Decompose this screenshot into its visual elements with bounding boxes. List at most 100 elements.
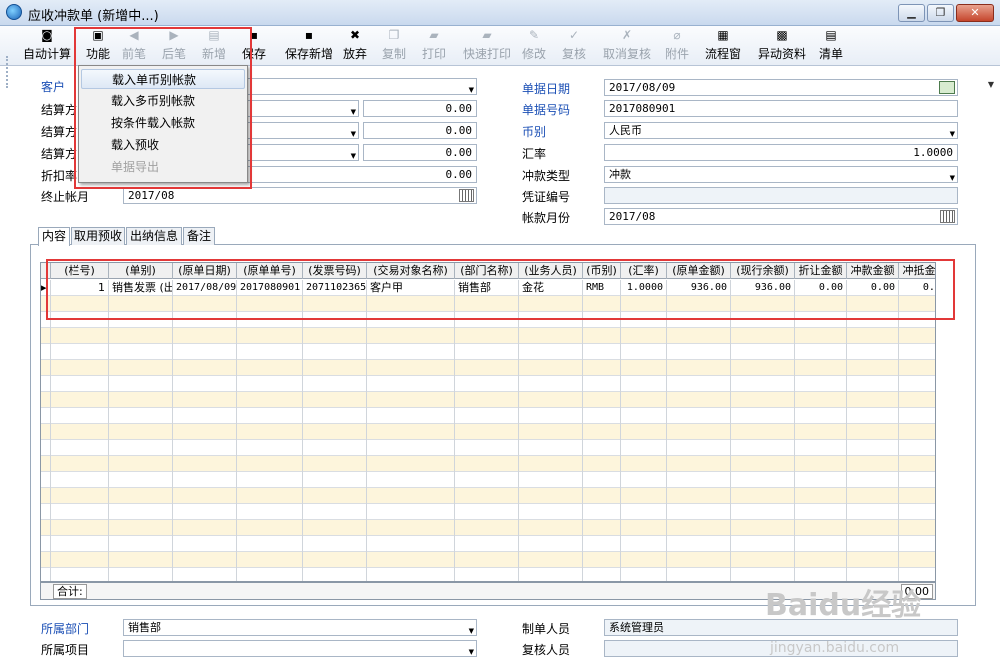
table-cell[interactable] [731,408,795,424]
toolbar-button-9[interactable]: ▰ 打印 [418,28,450,64]
row-selector[interactable] [41,376,51,392]
table-cell[interactable] [173,424,237,440]
table-cell[interactable] [899,520,935,536]
table-cell[interactable] [731,296,795,312]
row-selector[interactable] [41,296,51,312]
table-cell[interactable] [109,440,173,456]
table-cell[interactable] [519,376,583,392]
settle-amount-2-field[interactable]: 0.00 [363,122,477,139]
table-cell[interactable] [51,520,109,536]
table-cell[interactable] [173,520,237,536]
table-cell[interactable] [667,296,731,312]
table-cell[interactable] [367,472,455,488]
table-cell[interactable] [367,552,455,568]
table-cell[interactable] [455,312,519,328]
table-cell[interactable] [109,536,173,552]
column-header[interactable]: (栏号) [51,263,109,279]
table-cell[interactable] [731,392,795,408]
table-row[interactable] [41,552,935,568]
table-cell[interactable] [455,392,519,408]
table-cell[interactable] [367,568,455,581]
table-cell[interactable] [583,488,621,504]
table-cell[interactable] [795,472,847,488]
table-cell[interactable] [731,456,795,472]
table-cell[interactable] [519,520,583,536]
table-cell[interactable] [899,376,935,392]
table-cell[interactable]: 2017/08/09 [173,280,237,296]
menu-item-3[interactable]: 载入预收 [81,135,245,155]
table-cell[interactable] [667,488,731,504]
table-cell[interactable] [583,376,621,392]
table-cell[interactable] [899,552,935,568]
table-cell[interactable] [455,552,519,568]
table-cell[interactable] [621,536,667,552]
table-cell[interactable] [519,424,583,440]
table-cell[interactable] [109,408,173,424]
table-cell[interactable] [731,488,795,504]
table-row[interactable] [41,488,935,504]
table-cell[interactable]: 0.00 [795,280,847,296]
row-selector[interactable] [41,440,51,456]
doc-no-field[interactable]: 2017080901 [604,100,958,117]
table-cell[interactable] [621,376,667,392]
toolbar-button-14[interactable]: ⌀ 附件 [662,28,692,64]
table-cell[interactable] [51,312,109,328]
table-cell[interactable] [847,472,899,488]
table-row[interactable] [41,472,935,488]
row-selector[interactable] [41,552,51,568]
table-cell[interactable] [899,424,935,440]
table-cell[interactable] [109,488,173,504]
row-selector[interactable] [41,536,51,552]
table-cell[interactable] [109,520,173,536]
table-cell[interactable] [847,328,899,344]
table-cell[interactable] [237,488,303,504]
table-cell[interactable] [795,328,847,344]
settle-amount-1-field[interactable]: 0.00 [363,100,477,117]
table-cell[interactable] [731,328,795,344]
column-header[interactable]: 折让金额 [795,263,847,279]
table-cell[interactable] [51,552,109,568]
table-cell[interactable] [455,456,519,472]
chevron-down-icon[interactable]: ▼ [950,171,955,182]
dept-select[interactable]: 销售部 ▼ [123,619,477,636]
table-cell[interactable] [237,456,303,472]
table-cell[interactable] [51,456,109,472]
table-cell[interactable] [795,408,847,424]
table-cell[interactable] [519,456,583,472]
table-cell[interactable] [237,424,303,440]
table-cell[interactable] [667,520,731,536]
table-cell[interactable] [367,376,455,392]
table-cell[interactable] [109,360,173,376]
table-cell[interactable] [519,296,583,312]
table-cell[interactable] [109,568,173,581]
table-cell[interactable] [899,440,935,456]
table-row[interactable] [41,376,935,392]
table-cell[interactable] [621,408,667,424]
table-cell[interactable] [51,504,109,520]
table-cell[interactable] [303,568,367,581]
table-cell[interactable] [303,376,367,392]
table-cell[interactable] [519,536,583,552]
table-cell[interactable] [109,296,173,312]
table-cell[interactable] [583,360,621,376]
table-cell[interactable] [303,344,367,360]
table-cell[interactable] [621,488,667,504]
column-header[interactable]: 冲款金额 [847,263,899,279]
chevron-down-icon[interactable]: ▼ [351,105,356,116]
table-cell[interactable] [109,392,173,408]
table-cell[interactable] [795,296,847,312]
table-row[interactable] [41,424,935,440]
table-cell[interactable]: 2017080901 [237,280,303,296]
table-cell[interactable]: 销售部 [455,280,519,296]
table-cell[interactable] [455,344,519,360]
row-selector[interactable]: ▸ [41,280,51,296]
toolbar-button-13[interactable]: ✗ 取消复核 [598,28,656,64]
table-row[interactable] [41,408,935,424]
table-cell[interactable] [173,360,237,376]
table-cell[interactable] [795,440,847,456]
table-cell[interactable]: 1.0000 [621,280,667,296]
toolbar-button-4[interactable]: ▤ 新增 [198,28,230,64]
table-cell[interactable] [519,360,583,376]
table-cell[interactable] [795,520,847,536]
table-cell[interactable] [847,520,899,536]
